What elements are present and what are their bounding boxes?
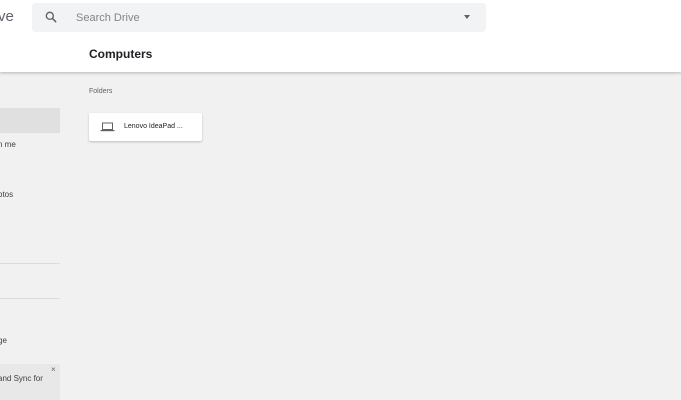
page-title: Computers xyxy=(89,47,153,61)
close-icon[interactable]: × xyxy=(51,366,56,374)
sidebar: n me otos ge and Sync for × xyxy=(0,72,60,400)
app-title[interactable]: ve xyxy=(0,8,14,25)
search-options-caret-icon[interactable] xyxy=(464,15,470,19)
backup-sync-promo[interactable]: and Sync for × xyxy=(0,364,60,400)
sidebar-item-selected[interactable] xyxy=(0,108,60,133)
search-bar[interactable] xyxy=(32,3,486,32)
top-header: ve Computers xyxy=(0,0,681,72)
sidebar-item-shared-with-me[interactable]: n me xyxy=(0,140,16,149)
laptop-icon xyxy=(100,122,115,132)
promo-text: and Sync for xyxy=(0,374,43,383)
sidebar-divider xyxy=(0,263,60,264)
sidebar-item-storage[interactable]: ge xyxy=(0,336,7,345)
folder-card[interactable]: Lenovo IdeaPad ... xyxy=(89,113,202,141)
sidebar-divider xyxy=(0,298,60,299)
search-input[interactable] xyxy=(76,3,436,32)
folder-name: Lenovo IdeaPad ... xyxy=(124,123,183,130)
section-label-folders: Folders xyxy=(89,88,113,95)
sidebar-item-photos[interactable]: otos xyxy=(0,190,13,199)
search-icon[interactable] xyxy=(44,10,58,24)
